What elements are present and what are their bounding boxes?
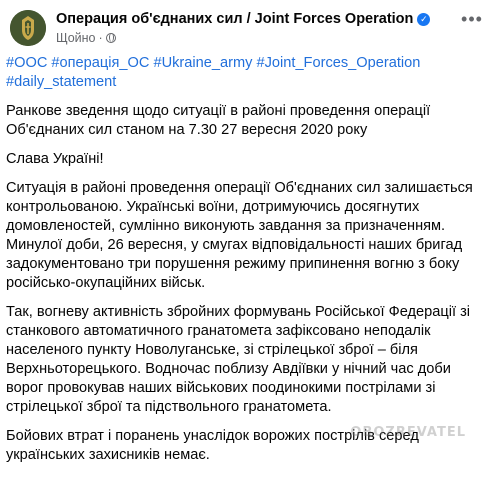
post-paragraph-4: Так, вогневу активність збройних формува…	[6, 304, 471, 415]
hashtag-oos[interactable]: #ООС	[6, 55, 47, 71]
post-paragraph-1: Ранкове зведення щодо ситуації в районі …	[6, 103, 431, 138]
post-meta: Щойно ·	[56, 30, 116, 46]
hashtag-daily-statement[interactable]: #daily_statement	[6, 74, 116, 90]
post-header: Операция об'єднаних сил / Joint Forces O…	[10, 8, 484, 48]
post-paragraph-3: Ситуація в районі проведення операції Об…	[6, 180, 473, 291]
more-options-icon[interactable]: •••	[460, 10, 484, 28]
page-name-line: Операция об'єднаних сил / Joint Forces O…	[56, 10, 431, 28]
watermark: OBOZREVATEL	[350, 425, 466, 440]
verified-badge-icon: ✓	[417, 13, 431, 26]
globe-icon	[105, 33, 116, 43]
post-paragraph-2: Слава Україні!	[6, 151, 104, 167]
separator-dot: ·	[98, 31, 103, 45]
hashtag-operatsiia-os[interactable]: #операція_ОС	[51, 55, 149, 71]
post-time[interactable]: Щойно	[56, 31, 96, 45]
post-content: #ООС #операція_ОС #Ukraine_army #Joint_F…	[6, 54, 486, 475]
hashtags: #ООС #операція_ОС #Ukraine_army #Joint_F…	[6, 54, 486, 92]
avatar-emblem	[10, 10, 46, 46]
avatar[interactable]	[10, 10, 46, 46]
hashtag-ukraine-army[interactable]: #Ukraine_army	[153, 55, 252, 71]
hashtag-joint-forces-operation[interactable]: #Joint_Forces_Operation	[257, 55, 421, 71]
page-name-link[interactable]: Операция об'єднаних сил / Joint Forces O…	[56, 11, 413, 27]
